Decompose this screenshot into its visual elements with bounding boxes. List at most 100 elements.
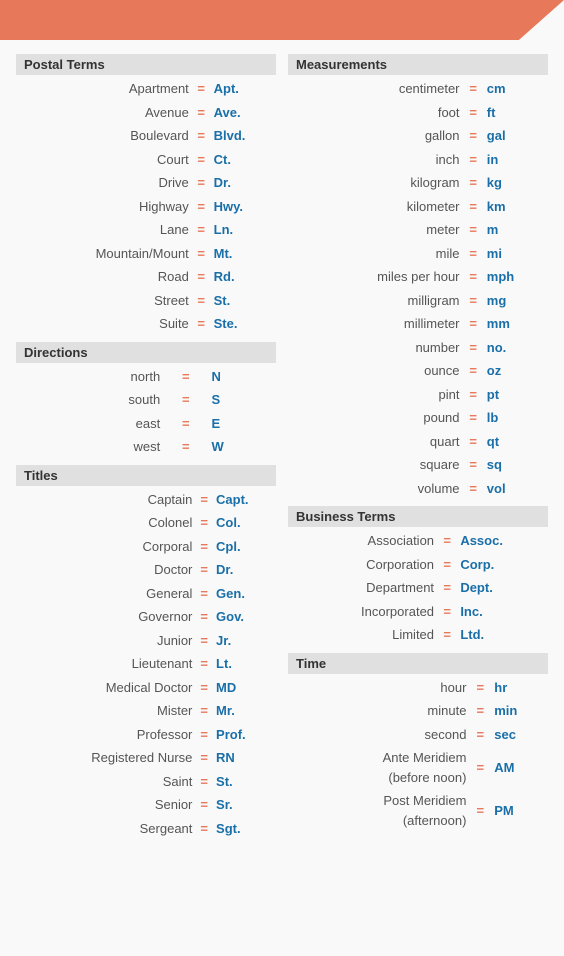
term-cell: Apartment [16,77,191,101]
abbr-cell: MD [214,676,276,700]
abbr-cell: lb [485,406,548,430]
table-row: Corporation=Corp. [288,553,548,577]
table-row: meter=m [288,218,548,242]
table-row: Association=Assoc. [288,529,548,553]
section-header: Titles [16,465,276,486]
table-row: gallon=gal [288,124,548,148]
abbr-cell: PM [492,789,548,832]
abbr-cell: m [485,218,548,242]
equals-sign: = [191,77,212,101]
table-row: Junior=Jr. [16,629,276,653]
equals-sign: = [191,148,212,172]
term-cell: number [288,336,462,360]
term-cell: Doctor [16,558,194,582]
table-row: number=no. [288,336,548,360]
term-cell: gallon [288,124,462,148]
table-row: Registered Nurse=RN [16,746,276,770]
term-cell: Junior [16,629,194,653]
table-row: Doctor=Dr. [16,558,276,582]
equals-sign: = [462,242,485,266]
equals-sign: = [462,289,485,313]
abbr-cell: pt [485,383,548,407]
abbr-cell: mg [485,289,548,313]
equals-sign: = [462,148,485,172]
abbr-cell: Jr. [214,629,276,653]
table-row: miles per hour=mph [288,265,548,289]
table-row: Boulevard=Blvd. [16,124,276,148]
equals-sign: = [194,535,214,559]
term-cell: Mountain/Mount [16,242,191,266]
table-row: second=sec [288,723,548,747]
equals-sign: = [462,453,485,477]
page-container: Postal TermsApartment=Apt.Avenue=Ave.Bou… [0,0,564,856]
equals-sign: = [194,770,214,794]
table-row: kilometer=km [288,195,548,219]
abbr-cell: kg [485,171,548,195]
term-cell: Suite [16,312,191,336]
abbr-cell: Ste. [212,312,276,336]
abbr-cell: no. [485,336,548,360]
equals-sign: = [436,623,458,647]
table-row: General=Gen. [16,582,276,606]
equals-sign: = [194,629,214,653]
abbr-cell: Mt. [212,242,276,266]
term-cell: inch [288,148,462,172]
abbr-cell: Sgt. [214,817,276,841]
section-measurements: Measurementscentimeter=cmfoot=ftgallon=g… [288,54,548,500]
abbr-cell: qt [485,430,548,454]
table-row: centimeter=cm [288,77,548,101]
abbr-cell: Cpl. [214,535,276,559]
equals-sign: = [191,312,212,336]
section-header: Time [288,653,548,674]
abbr-cell: E [210,412,276,436]
equals-sign: = [162,388,209,412]
table-row: square=sq [288,453,548,477]
equals-sign: = [191,289,212,313]
abbr-table: hour=hrminute=minsecond=secAnte Meridiem… [288,676,548,833]
abbr-cell: in [485,148,548,172]
equals-sign: = [436,576,458,600]
section-business-terms: Business TermsAssociation=Assoc.Corporat… [288,506,548,647]
abbr-cell: mph [485,265,548,289]
table-row: pound=lb [288,406,548,430]
table-row: millimeter=mm [288,312,548,336]
term-cell: Corporal [16,535,194,559]
table-row: volume=vol [288,477,548,501]
term-cell: centimeter [288,77,462,101]
term-cell: square [288,453,462,477]
equals-sign: = [191,124,212,148]
table-row: Post Meridiem(afternoon)=PM [288,789,548,832]
term-cell: quart [288,430,462,454]
abbr-cell: Col. [214,511,276,535]
term-cell: mile [288,242,462,266]
table-row: hour=hr [288,676,548,700]
table-row: Street=St. [16,289,276,313]
table-row: Apartment=Apt. [16,77,276,101]
equals-sign: = [462,336,485,360]
table-row: milligram=mg [288,289,548,313]
equals-sign: = [191,218,212,242]
abbr-table: Apartment=Apt.Avenue=Ave.Boulevard=Blvd.… [16,77,276,336]
section-titles: TitlesCaptain=Capt.Colonel=Col.Corporal=… [16,465,276,841]
section-postal-terms: Postal TermsApartment=Apt.Avenue=Ave.Bou… [16,54,276,336]
table-row: Medical Doctor=MD [16,676,276,700]
equals-sign: = [468,699,492,723]
abbr-table: north=Nsouth=Seast=Ewest=W [16,365,276,459]
table-row: Senior=Sr. [16,793,276,817]
abbr-cell: Inc. [458,600,548,624]
equals-sign: = [191,171,212,195]
page-header [0,0,564,40]
abbr-cell: Apt. [212,77,276,101]
abbr-table: Captain=Capt.Colonel=Col.Corporal=Cpl.Do… [16,488,276,841]
term-cell: pint [288,383,462,407]
term-cell: Drive [16,171,191,195]
abbr-cell: Ave. [212,101,276,125]
term-cell: volume [288,477,462,501]
equals-sign: = [194,511,214,535]
abbr-cell: S [210,388,276,412]
table-row: Drive=Dr. [16,171,276,195]
table-row: pint=pt [288,383,548,407]
equals-sign: = [462,312,485,336]
term-cell: south [16,388,162,412]
equals-sign: = [194,582,214,606]
